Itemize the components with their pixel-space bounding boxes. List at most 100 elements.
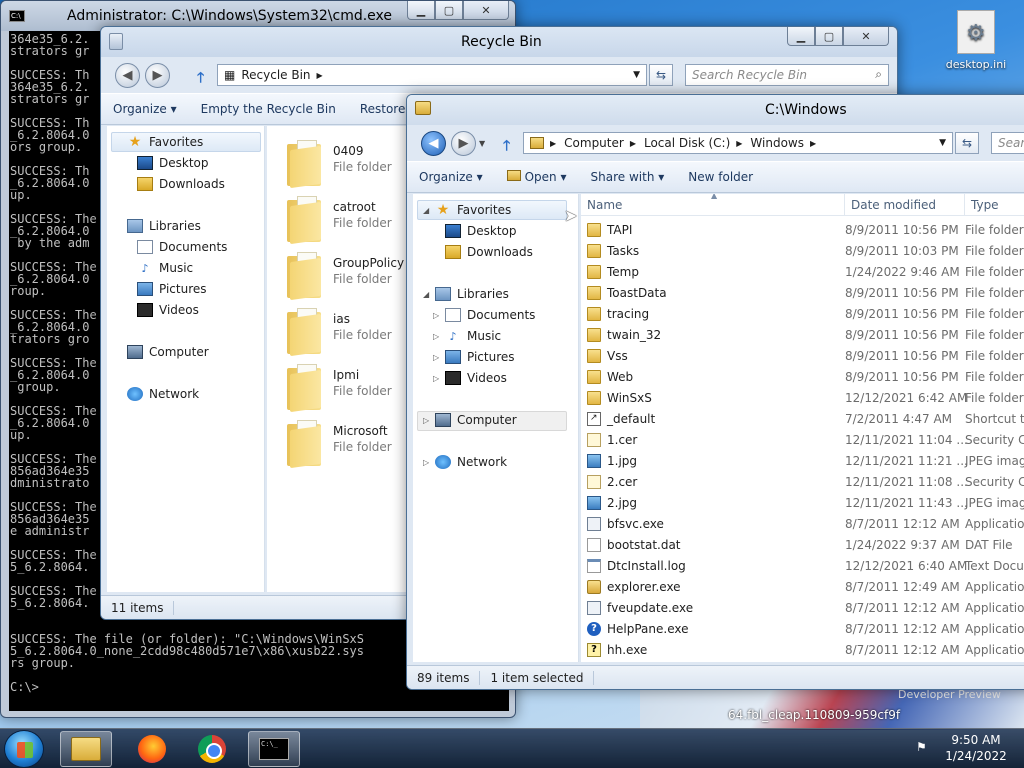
nav-network[interactable]: Network xyxy=(435,455,507,469)
minimize-button[interactable]: ▁ xyxy=(787,27,815,46)
table-row[interactable]: twain_32 8/9/2011 10:56 PM File folder xyxy=(581,325,1024,346)
breadcrumb-computer[interactable]: Computer xyxy=(564,136,624,150)
close-button[interactable]: ✕ xyxy=(843,27,889,46)
breadcrumb-chevron-icon[interactable]: ▶ xyxy=(317,71,323,80)
table-row[interactable]: 1.jpg 12/11/2021 11:21 ... JPEG imag xyxy=(581,451,1024,472)
forward-button[interactable]: ▶ xyxy=(145,63,170,88)
expand-arrow-icon[interactable]: ▷ xyxy=(433,311,439,320)
column-date-modified[interactable]: Date modified xyxy=(845,194,965,216)
taskbar-firefox-button[interactable] xyxy=(126,731,178,767)
nav-downloads[interactable]: Downloads xyxy=(137,177,225,191)
explorer-search-input[interactable]: Sear xyxy=(991,132,1024,154)
table-row[interactable]: ? hh.exe 8/7/2011 12:12 AM Application xyxy=(581,640,1024,661)
refresh-button[interactable]: ⇆ xyxy=(955,132,979,154)
nav-videos[interactable]: Videos xyxy=(445,371,507,385)
expand-arrow-icon[interactable]: ▷ xyxy=(433,374,439,383)
table-row[interactable]: Tasks 8/9/2011 10:03 PM File folder xyxy=(581,241,1024,262)
nav-libraries[interactable]: Libraries xyxy=(435,287,509,301)
expand-arrow-icon[interactable]: ▷ xyxy=(433,332,439,341)
column-type[interactable]: Type xyxy=(965,194,1024,216)
address-dropdown-icon[interactable]: ▼ xyxy=(633,70,640,80)
nav-documents[interactable]: Documents xyxy=(445,308,535,322)
maximize-button[interactable]: ▢ xyxy=(435,1,463,20)
nav-downloads[interactable]: Downloads xyxy=(445,245,533,259)
table-row[interactable]: explorer.exe 8/7/2011 12:49 AM Application xyxy=(581,577,1024,598)
nav-favorites[interactable]: ★ Favorites xyxy=(435,202,512,218)
close-button[interactable]: ✕ xyxy=(463,1,509,20)
taskbar-cmd-button[interactable]: C:\_ xyxy=(248,731,300,767)
collapse-arrow-icon[interactable]: ◢ xyxy=(423,290,429,299)
nav-music[interactable]: ♪ Music xyxy=(445,329,501,343)
expand-arrow-icon[interactable]: ▷ xyxy=(423,416,429,425)
recycle-address-bar[interactable]: ▦ Recycle Bin ▶ ▼ xyxy=(217,64,647,86)
table-row[interactable]: 2.cer 12/11/2021 11:08 ... Security C xyxy=(581,472,1024,493)
organize-button[interactable]: Organize ▾ xyxy=(419,170,483,184)
breadcrumb-windows[interactable]: Windows xyxy=(750,136,804,150)
maximize-button[interactable]: ▢ xyxy=(815,27,843,46)
table-row[interactable]: DtcInstall.log 12/12/2021 6:40 AM Text Doc… xyxy=(581,556,1024,577)
windows-explorer-window[interactable]: C:\Windows ◀ ▶ ▼ 🡑 ▶ Computer ▶ Local Di… xyxy=(406,94,1024,690)
nav-videos[interactable]: Videos xyxy=(137,303,199,317)
system-clock[interactable]: 9:50 AM 1/24/2022 xyxy=(944,732,1008,764)
recycle-search-input[interactable]: Search Recycle Bin ⌕ xyxy=(685,64,889,86)
table-row[interactable]: 2.jpg 12/11/2021 11:43 ... JPEG imag xyxy=(581,493,1024,514)
breadcrumb-local-disk[interactable]: Local Disk (C:) xyxy=(644,136,730,150)
breadcrumb-chevron-icon[interactable]: ▶ xyxy=(630,139,636,148)
empty-recycle-bin-button[interactable]: Empty the Recycle Bin xyxy=(201,102,336,116)
table-row[interactable]: 1.cer 12/11/2021 11:04 ... Security C xyxy=(581,430,1024,451)
table-row[interactable]: WinSxS 12/12/2021 6:42 AM File folder xyxy=(581,388,1024,409)
search-icon[interactable]: ⌕ xyxy=(875,67,882,82)
recent-pages-dropdown-icon[interactable]: ▼ xyxy=(479,139,485,148)
refresh-button[interactable]: ⇆ xyxy=(649,64,673,86)
address-dropdown-icon[interactable]: ▼ xyxy=(939,138,946,148)
minimize-button[interactable]: ▁ xyxy=(407,1,435,20)
expand-arrow-icon[interactable]: ▷ xyxy=(433,353,439,362)
back-button[interactable]: ◀ xyxy=(115,63,140,88)
open-button[interactable]: Open ▾ xyxy=(506,170,567,184)
share-with-button[interactable]: Share with ▾ xyxy=(591,170,665,184)
desktop-ini-icon[interactable]: desktop.ini xyxy=(944,10,1008,71)
expand-arrow-icon[interactable]: ▷ xyxy=(423,458,429,467)
nav-desktop[interactable]: Desktop xyxy=(137,156,209,170)
forward-button[interactable]: ▶ xyxy=(451,131,476,156)
action-center-flag-icon[interactable]: ⚑ xyxy=(916,740,932,756)
nav-libraries[interactable]: Libraries xyxy=(127,219,201,233)
explorer-titlebar[interactable]: C:\Windows xyxy=(407,95,1024,125)
nav-network[interactable]: Network xyxy=(127,387,199,401)
nav-music[interactable]: ♪ Music xyxy=(137,261,193,275)
breadcrumb-chevron-icon[interactable]: ▶ xyxy=(550,139,556,148)
collapse-arrow-icon[interactable]: ◢ xyxy=(423,206,429,215)
breadcrumb-chevron-icon[interactable]: ▶ xyxy=(810,139,816,148)
nav-computer[interactable]: Computer xyxy=(435,413,517,427)
back-button[interactable]: ◀ xyxy=(421,131,446,156)
organize-button[interactable]: Organize ▾ xyxy=(113,102,177,116)
table-row[interactable]: ToastData 8/9/2011 10:56 PM File folder xyxy=(581,283,1024,304)
new-folder-button[interactable]: New folder xyxy=(688,170,753,184)
table-row[interactable]: Web 8/9/2011 10:56 PM File folder xyxy=(581,367,1024,388)
table-row[interactable]: _default 7/2/2011 4:47 AM Shortcut t xyxy=(581,409,1024,430)
breadcrumb-chevron-icon[interactable]: ▶ xyxy=(736,139,742,148)
nav-documents[interactable]: Documents xyxy=(137,240,227,254)
taskbar-explorer-button[interactable] xyxy=(60,731,112,767)
up-arrow-icon[interactable]: 🡑 xyxy=(197,67,204,91)
start-button[interactable] xyxy=(4,730,44,768)
nav-desktop[interactable]: Desktop xyxy=(445,224,517,238)
explorer-address-bar[interactable]: ▶ Computer ▶ Local Disk (C:) ▶ Windows ▶… xyxy=(523,132,953,154)
table-row[interactable]: ? HelpPane.exe 8/7/2011 12:12 AM Applicatio… xyxy=(581,619,1024,640)
table-row[interactable]: tracing 8/9/2011 10:56 PM File folder xyxy=(581,304,1024,325)
table-row[interactable]: bootstat.dat 1/24/2022 9:37 AM DAT File xyxy=(581,535,1024,556)
breadcrumb-recycle-bin[interactable]: Recycle Bin xyxy=(241,68,310,82)
table-row[interactable]: fveupdate.exe 8/7/2011 12:12 AM Applicatio… xyxy=(581,598,1024,619)
nav-computer[interactable]: Computer xyxy=(127,345,209,359)
nav-pictures[interactable]: Pictures xyxy=(445,350,515,364)
taskbar-chrome-button[interactable] xyxy=(186,731,238,767)
nav-pictures[interactable]: Pictures xyxy=(137,282,207,296)
restore-button[interactable]: Restore xyxy=(360,102,406,116)
up-arrow-icon[interactable]: 🡑 xyxy=(503,135,510,159)
table-row[interactable]: Vss 8/9/2011 10:56 PM File folder xyxy=(581,346,1024,367)
table-row[interactable]: TAPI 8/9/2011 10:56 PM File folder xyxy=(581,220,1024,241)
table-row[interactable]: Temp 1/24/2022 9:46 AM File folder xyxy=(581,262,1024,283)
recycle-bin-titlebar[interactable]: Recycle Bin ▁ ▢ ✕ xyxy=(101,27,897,57)
nav-favorites[interactable]: ★ Favorites xyxy=(127,134,204,150)
table-row[interactable]: bfsvc.exe 8/7/2011 12:12 AM Application xyxy=(581,514,1024,535)
